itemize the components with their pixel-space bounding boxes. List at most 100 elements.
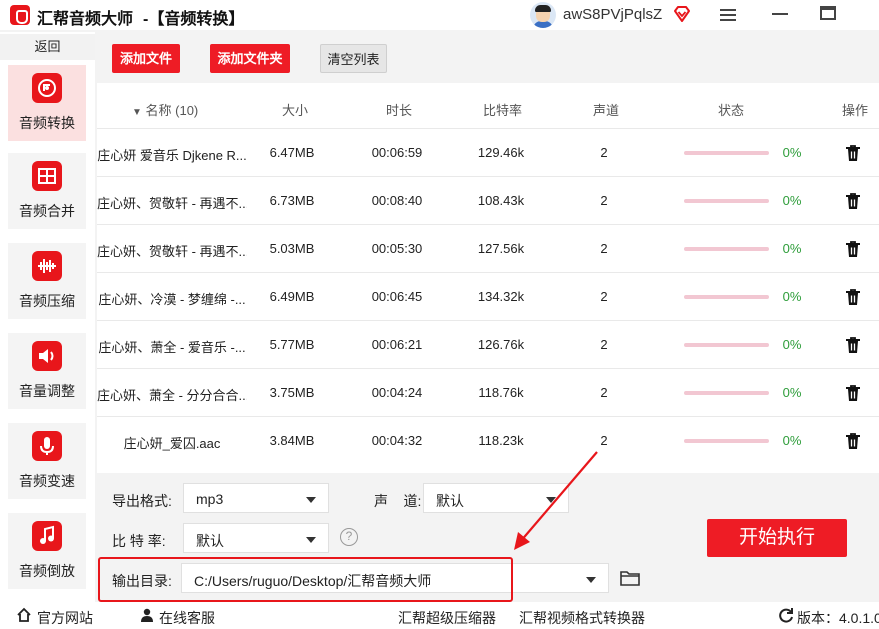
delete-icon[interactable]	[845, 240, 861, 258]
column-header-size[interactable]: 大小	[282, 100, 308, 119]
main-panel: 添加文件 添加文件夹 清空列表 ▼ 名称 (10) 大小 时长 比特率 声道 状…	[97, 33, 879, 602]
user-name[interactable]: awS8PVjPqlsZ	[563, 6, 662, 23]
file-duration: 00:08:40	[371, 193, 423, 208]
bitrate-label: 比 特 率:	[112, 533, 166, 549]
chevron-down-icon	[306, 537, 316, 543]
delete-icon[interactable]	[845, 432, 861, 450]
file-bitrate: 118.76k	[478, 385, 524, 400]
table-row[interactable]: 庄心妍、贺敬轩 - 再遇不... 5.03MB 00:05:30 127.56k 2 0%	[97, 224, 879, 272]
file-channels: 2	[600, 145, 608, 160]
file-size: 3.84MB	[269, 433, 315, 448]
chevron-down-icon	[306, 497, 316, 503]
app-title: 汇帮音频大师	[37, 11, 134, 28]
sidebar-item-volume[interactable]: 音量调整	[8, 333, 86, 409]
progress-bar	[684, 199, 769, 203]
microphone-icon	[32, 431, 62, 461]
file-name: 庄心妍、贺敬轩 - 再遇不...	[97, 244, 247, 259]
sidebar-item-label: 音量调整	[19, 383, 75, 399]
online-support-link[interactable]: 在线客服	[159, 608, 215, 628]
file-duration: 00:04:32	[371, 433, 423, 448]
file-name: 庄心妍、萧全 - 分分合合...	[97, 388, 247, 403]
vip-diamond-icon[interactable]	[672, 4, 692, 24]
sidebar-item-audio-merge[interactable]: 音频合并	[8, 153, 86, 229]
table-row[interactable]: 庄心妍、冷漠 - 梦缠绵 -... 6.49MB 00:06:45 134.32k 2 0…	[97, 272, 879, 320]
folder-icon[interactable]	[620, 570, 640, 586]
progress-percent: 0%	[782, 337, 802, 352]
file-duration: 00:06:21	[371, 337, 423, 352]
column-header-duration[interactable]: 时长	[386, 100, 412, 119]
file-channels: 2	[600, 241, 608, 256]
file-duration: 00:06:59	[371, 145, 423, 160]
column-header-name[interactable]: ▼ 名称 (10)	[132, 100, 198, 119]
channel-value: 默认	[436, 493, 464, 509]
file-channels: 2	[600, 385, 608, 400]
table-row[interactable]: 庄心妍、萧全 - 分分合合... 3.75MB 00:04:24 118.76k 2 0%	[97, 368, 879, 416]
file-duration: 00:06:45	[371, 289, 423, 304]
sidebar-item-audio-speed[interactable]: 音频变速	[8, 423, 86, 499]
clear-list-button[interactable]: 清空列表	[320, 44, 387, 73]
delete-icon[interactable]	[845, 288, 861, 306]
file-name: 庄心妍、贺敬轩 - 再遇不...	[97, 196, 247, 211]
video-converter-link[interactable]: 汇帮视频格式转换器	[519, 608, 645, 628]
compressor-link[interactable]: 汇帮超级压缩器	[398, 608, 496, 628]
app-window: 汇帮音频大师 -【音频转换】 awS8PVjPqlsZ 返回 音频转换 音频合并	[0, 0, 879, 629]
home-icon	[17, 607, 31, 622]
progress-bar	[684, 295, 769, 299]
file-size: 5.77MB	[269, 337, 315, 352]
table-row[interactable]: 庄心妍、萧全 - 爱音乐 -... 5.77MB 00:06:21 126.76k 2 0…	[97, 320, 879, 368]
back-button[interactable]: 返回	[0, 34, 95, 60]
file-name: 庄心妍、萧全 - 爱音乐 -...	[98, 340, 246, 355]
audio-convert-icon	[32, 73, 62, 103]
progress-percent: 0%	[782, 433, 802, 448]
progress-percent: 0%	[782, 145, 802, 160]
avatar[interactable]	[530, 2, 556, 28]
version-label: 版本：4.0.1.0	[797, 610, 879, 626]
column-header-bitrate[interactable]: 比特率	[483, 100, 522, 119]
delete-icon[interactable]	[845, 384, 861, 402]
maximize-icon[interactable]	[820, 6, 836, 20]
file-channels: 2	[600, 193, 608, 208]
file-size: 6.47MB	[269, 145, 315, 160]
format-select[interactable]: mp3	[183, 483, 329, 513]
file-bitrate: 129.46k	[477, 145, 525, 160]
audio-merge-icon	[32, 161, 62, 191]
official-website-link[interactable]: 官方网站	[37, 608, 93, 628]
chevron-down-icon	[586, 577, 596, 583]
file-channels: 2	[600, 289, 608, 304]
menu-icon[interactable]	[720, 7, 736, 23]
file-table: ▼ 名称 (10) 大小 时长 比特率 声道 状态 操作 庄心妍 爱音乐 Djk…	[97, 86, 879, 468]
sidebar-item-label: 音频转换	[19, 115, 75, 131]
delete-icon[interactable]	[845, 336, 861, 354]
file-duration: 00:05:30	[371, 241, 423, 256]
table-row[interactable]: 庄心妍_爱囚.aac 3.84MB 00:04:32 118.23k 2 0%	[97, 416, 879, 464]
file-bitrate: 126.76k	[477, 337, 525, 352]
sidebar-item-audio-compress[interactable]: 音频压缩	[8, 243, 86, 319]
file-bitrate: 134.32k	[477, 289, 525, 304]
sidebar: 返回 音频转换 音频合并 音频压缩 音量调整 音频变速 音频倒放	[0, 32, 95, 602]
table-row[interactable]: 庄心妍、贺敬轩 - 再遇不... 6.73MB 00:08:40 108.43k 2 0%	[97, 176, 879, 224]
table-row[interactable]: 庄心妍 爱音乐 Djkene R... 6.47MB 00:06:59 129.46k…	[97, 128, 879, 176]
add-folder-button[interactable]: 添加文件夹	[210, 44, 290, 73]
format-label: 导出格式:	[112, 493, 172, 509]
add-file-button[interactable]: 添加文件	[112, 44, 180, 73]
file-bitrate: 108.43k	[477, 193, 525, 208]
refresh-icon[interactable]	[778, 607, 794, 623]
file-size: 6.49MB	[269, 289, 315, 304]
sort-caret-icon: ▼	[132, 107, 142, 118]
file-name: 庄心妍_爱囚.aac	[123, 436, 221, 451]
delete-icon[interactable]	[845, 144, 861, 162]
help-icon[interactable]: ?	[340, 528, 358, 546]
volume-icon	[32, 341, 62, 371]
sidebar-item-label: 音频倒放	[19, 563, 75, 579]
column-header-channels[interactable]: 声道	[593, 100, 619, 119]
bitrate-value: 默认	[196, 533, 224, 549]
format-value: mp3	[196, 491, 224, 507]
start-button[interactable]: 开始执行	[707, 519, 847, 557]
sidebar-item-audio-convert[interactable]: 音频转换	[8, 65, 86, 141]
bitrate-select[interactable]: 默认	[183, 523, 329, 553]
sidebar-item-label: 音频压缩	[19, 293, 75, 309]
sidebar-item-audio-reverse[interactable]: 音频倒放	[8, 513, 86, 589]
delete-icon[interactable]	[845, 192, 861, 210]
highlight-box	[98, 557, 513, 602]
minimize-icon[interactable]	[772, 13, 788, 15]
